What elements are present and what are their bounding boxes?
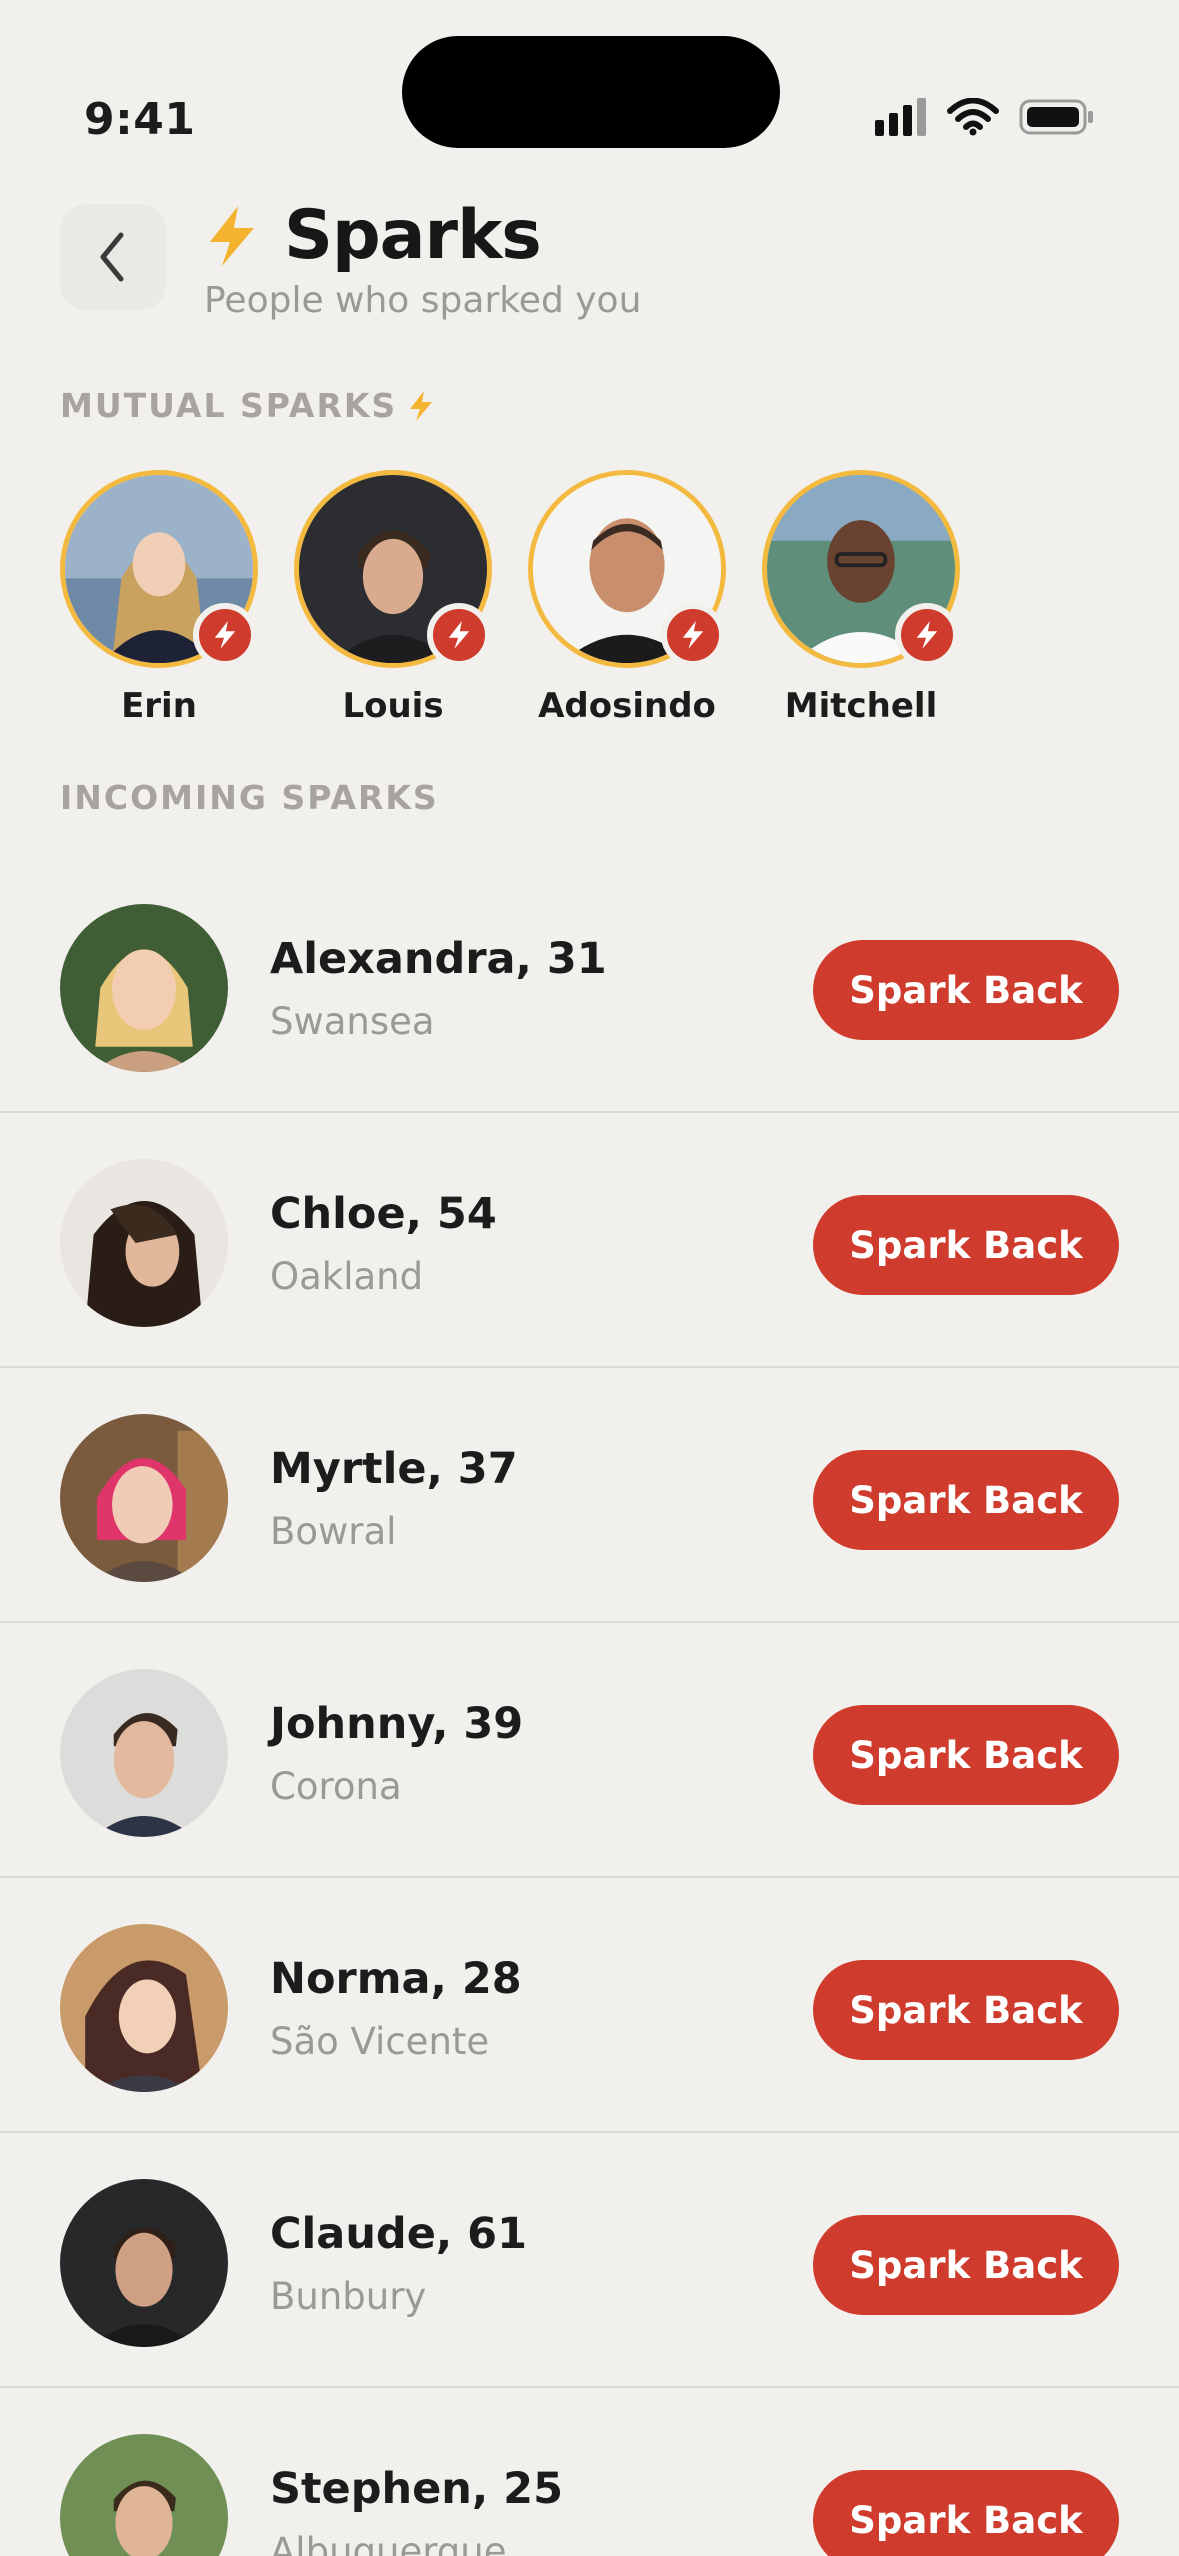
person-city: São Vicente (270, 2020, 490, 2063)
avatar (294, 470, 492, 668)
incoming-sparks-heading: INCOMING SPARKS (60, 778, 439, 817)
status-time: 9:41 (84, 94, 196, 145)
avatar (60, 470, 258, 668)
avatar (60, 1924, 228, 2092)
spark-back-button[interactable]: Spark Back (813, 1195, 1119, 1295)
person-city: Bowral (270, 1510, 397, 1553)
lightning-bolt-icon (682, 621, 704, 649)
person-name: Johnny, 39 (270, 1699, 524, 1749)
avatar-photo (60, 1669, 228, 1837)
avatar-photo (60, 2434, 228, 2556)
person-city: Bunbury (270, 2275, 427, 2318)
person-name: Norma, 28 (270, 1954, 522, 2004)
avatar (60, 2434, 228, 2556)
spark-badge (661, 603, 725, 667)
avatar-photo (60, 1159, 228, 1327)
list-item[interactable]: Chloe, 54 Oakland Spark Back (0, 1113, 1179, 1368)
avatar (528, 470, 726, 668)
spark-back-button[interactable]: Spark Back (813, 940, 1119, 1040)
person-name: Myrtle, 37 (270, 1444, 518, 1494)
spark-back-button[interactable]: Spark Back (813, 1450, 1119, 1550)
incoming-sparks-label: INCOMING SPARKS (60, 778, 439, 817)
mutual-name: Mitchell (784, 686, 938, 726)
person-city: Corona (270, 1765, 402, 1808)
spark-badge (895, 603, 959, 667)
mutual-spark-item[interactable]: Adosindo (528, 470, 726, 726)
list-item[interactable]: Stephen, 25 Albuquerque Spark Back (0, 2388, 1179, 2556)
list-item[interactable]: Myrtle, 37 Bowral Spark Back (0, 1368, 1179, 1623)
spark-back-button[interactable]: Spark Back (813, 2470, 1119, 2556)
page-subtitle: People who sparked you (204, 280, 642, 321)
page-title: Sparks (284, 196, 542, 275)
mutual-sparks-heading: MUTUAL SPARKS (60, 386, 435, 425)
list-item[interactable]: Alexandra, 31 Swansea Spark Back (0, 858, 1179, 1113)
avatar-photo (60, 2179, 228, 2347)
list-item[interactable]: Norma, 28 São Vicente Spark Back (0, 1878, 1179, 2133)
mutual-sparks-label: MUTUAL SPARKS (60, 386, 398, 425)
lightning-bolt-icon (448, 621, 470, 649)
lightning-bolt-icon (410, 390, 433, 421)
spark-back-button[interactable]: Spark Back (813, 2215, 1119, 2315)
mutual-spark-item[interactable]: Mitchell (762, 470, 960, 726)
avatar (60, 1669, 228, 1837)
person-city: Albuquerque (270, 2530, 507, 2556)
list-item[interactable]: Claude, 61 Bunbury Spark Back (0, 2133, 1179, 2388)
avatar (60, 1414, 228, 1582)
spark-back-button[interactable]: Spark Back (813, 1705, 1119, 1805)
person-name: Alexandra, 31 (270, 934, 607, 984)
spark-badge (427, 603, 491, 667)
person-name: Claude, 61 (270, 2209, 528, 2259)
person-name: Chloe, 54 (270, 1189, 497, 1239)
status-icons (875, 98, 1095, 136)
mutual-name: Adosindo (538, 686, 716, 726)
avatar (60, 2179, 228, 2347)
wifi-icon (947, 98, 999, 136)
lightning-bolt-icon (916, 621, 938, 649)
person-name: Stephen, 25 (270, 2464, 564, 2514)
sparks-screen: 9:41 Sparks People who sparked you MUTUA… (0, 0, 1179, 2556)
avatar (762, 470, 960, 668)
lightning-bolt-icon (210, 205, 254, 266)
cellular-signal-icon (875, 98, 926, 136)
avatar-photo (60, 1414, 228, 1582)
back-button[interactable] (60, 204, 166, 310)
title-row: Sparks (204, 196, 542, 275)
person-city: Swansea (270, 1000, 435, 1043)
avatar-photo (60, 904, 228, 1072)
chevron-left-icon (100, 232, 124, 282)
battery-icon (1019, 99, 1093, 135)
spark-back-button[interactable]: Spark Back (813, 1960, 1119, 2060)
dynamic-island (402, 36, 780, 148)
avatar (60, 1159, 228, 1327)
spark-badge (193, 603, 257, 667)
mutual-spark-item[interactable]: Erin (60, 470, 258, 726)
avatar (60, 904, 228, 1072)
mutual-name: Erin (121, 686, 197, 726)
incoming-sparks-list: Alexandra, 31 Swansea Spark Back Chloe, … (0, 858, 1179, 2556)
lightning-bolt-icon (214, 621, 236, 649)
mutual-name: Louis (342, 686, 444, 726)
mutual-spark-item[interactable]: Louis (294, 470, 492, 726)
list-item[interactable]: Johnny, 39 Corona Spark Back (0, 1623, 1179, 1878)
mutual-sparks-row: Erin Louis Adosindo Mitchell (60, 470, 960, 726)
avatar-photo (60, 1924, 228, 2092)
person-city: Oakland (270, 1255, 424, 1298)
